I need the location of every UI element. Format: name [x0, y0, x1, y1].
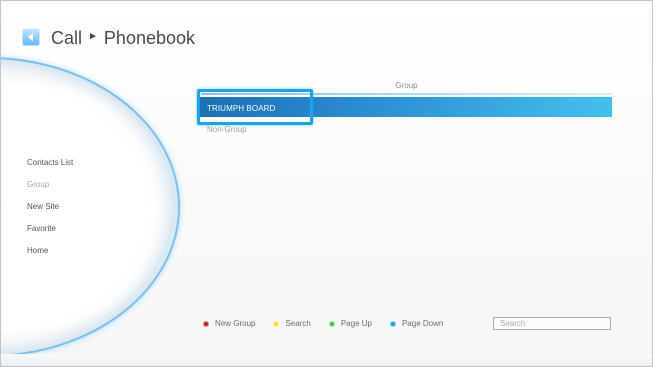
- green-dot-icon: [328, 321, 335, 327]
- page-up-button[interactable]: Page Up: [328, 319, 372, 329]
- breadcrumb-separator-icon: ►: [88, 31, 98, 42]
- yellow-dot-icon: [273, 321, 280, 327]
- page-down-label: Page Down: [401, 319, 444, 328]
- sidebar-item-favorite[interactable]: Favorite: [27, 224, 122, 246]
- sidebar-item-new-site[interactable]: New Site: [27, 202, 122, 224]
- search-label: Search: [285, 319, 311, 328]
- sidebar-item-contacts-list[interactable]: Contacts List: [27, 158, 122, 180]
- page-down-button[interactable]: Page Down: [389, 319, 444, 329]
- sidebar-item-group[interactable]: Group: [27, 180, 122, 202]
- new-group-label: New Group: [215, 319, 256, 328]
- blue-dot-icon: [389, 321, 396, 327]
- sidebar-menu: Contacts List Group New Site Favorite Ho…: [27, 158, 122, 268]
- bottom-band: [1, 354, 652, 366]
- group-header-divider: [201, 93, 612, 95]
- back-icon[interactable]: [22, 28, 40, 46]
- page-up-label: Page Up: [340, 319, 372, 328]
- breadcrumb-phonebook: Phonebook: [103, 28, 196, 48]
- footer-legend: New Group Search Page Up Page Down: [203, 319, 443, 329]
- breadcrumb-call[interactable]: Call: [51, 27, 82, 49]
- new-group-button[interactable]: New Group: [203, 319, 255, 329]
- red-dot-icon: [203, 321, 209, 327]
- group-row[interactable]: Non-Group: [207, 125, 247, 135]
- search-input[interactable]: [493, 317, 611, 330]
- search-button[interactable]: Search: [273, 319, 311, 329]
- breadcrumb: Call ► Phonebook: [51, 27, 195, 49]
- sidebar-item-home[interactable]: Home: [27, 246, 122, 268]
- phonebook-screen: Call ► Phonebook Contacts List Group New…: [0, 0, 653, 367]
- group-column-header: Group: [395, 81, 418, 90]
- group-row-selected[interactable]: [199, 97, 612, 117]
